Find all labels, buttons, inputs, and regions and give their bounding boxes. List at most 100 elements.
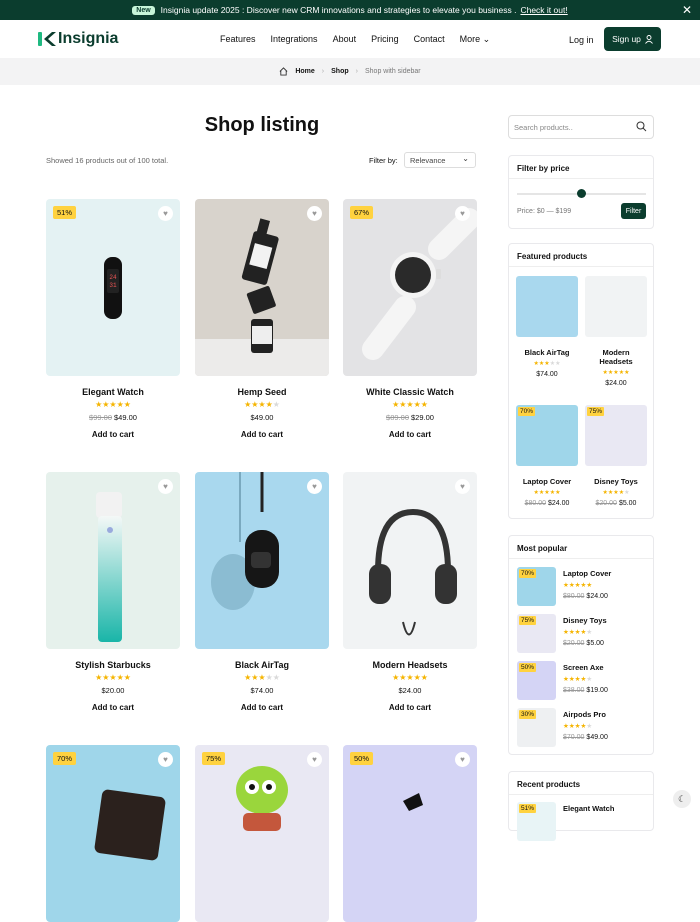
- add-to-cart-button[interactable]: Add to cart: [46, 703, 180, 712]
- star-icon: ★: [420, 400, 428, 409]
- nav-about[interactable]: About: [333, 34, 357, 45]
- old-price: $70.00: [563, 734, 585, 741]
- star-icon: ★: [109, 400, 117, 409]
- product-image[interactable]: ♥: [195, 199, 329, 376]
- filter-button[interactable]: Filter: [621, 203, 646, 219]
- heart-icon[interactable]: ♥: [307, 206, 322, 221]
- discount-badge: 30%: [519, 710, 537, 719]
- heart-icon[interactable]: ♥: [455, 752, 470, 767]
- star-icon: ★: [555, 361, 561, 367]
- featured-item-name[interactable]: Modern Headsets: [585, 348, 647, 366]
- star-icon: ★: [406, 673, 414, 682]
- popular-item[interactable]: 70% Laptop Cover ★★★★★ $80.00 $24.00: [517, 567, 647, 607]
- nav-contact[interactable]: Contact: [414, 34, 445, 45]
- product-photo: [211, 472, 279, 610]
- brand-logo[interactable]: Insignia: [38, 30, 118, 48]
- product-image[interactable]: 70% ♥: [46, 745, 180, 922]
- product-image[interactable]: [585, 276, 647, 337]
- discount-badge: 51%: [519, 804, 537, 813]
- product-photo: 2431: [104, 257, 122, 319]
- star-icon: ★: [123, 673, 131, 682]
- nav-integrations[interactable]: Integrations: [271, 34, 318, 45]
- signup-button[interactable]: Sign up: [604, 27, 661, 51]
- product-image[interactable]: 67% ♥: [343, 199, 477, 376]
- add-to-cart-button[interactable]: Add to cart: [46, 430, 180, 439]
- breadcrumb-separator-icon: ›: [321, 68, 325, 75]
- product-image[interactable]: [516, 276, 578, 337]
- product-image[interactable]: 75%: [585, 405, 647, 466]
- star-icon: ★: [258, 673, 266, 682]
- recent-item[interactable]: 51% Elegant Watch: [517, 802, 647, 842]
- heart-icon[interactable]: ♥: [455, 206, 470, 221]
- breadcrumb-current: Shop with sidebar: [364, 68, 421, 75]
- product-price-row: $89.00 $29.00: [343, 413, 477, 422]
- divider: [509, 266, 653, 267]
- add-to-cart-button[interactable]: Add to cart: [195, 703, 329, 712]
- featured-item-price: $5.00: [618, 500, 637, 507]
- product-image[interactable]: 75% ♥: [195, 745, 329, 922]
- heart-icon[interactable]: ♥: [158, 479, 173, 494]
- product-image[interactable]: ♥: [46, 472, 180, 649]
- heart-icon[interactable]: ♥: [307, 479, 322, 494]
- recent-products-panel: Recent products 51% Elegant Watch: [508, 771, 654, 841]
- product-name[interactable]: White Classic Watch: [343, 387, 477, 397]
- product-name[interactable]: Stylish Starbucks: [46, 660, 180, 670]
- popular-item-price-row: $38.00 $19.00: [563, 687, 608, 694]
- breadcrumb-shop[interactable]: Shop: [331, 68, 349, 75]
- discount-badge: 50%: [350, 752, 374, 765]
- product-image[interactable]: 24 31 51% ♥: [46, 199, 180, 376]
- close-icon[interactable]: ✕: [682, 3, 692, 17]
- breadcrumb-home[interactable]: Home: [295, 68, 314, 75]
- popular-item-name: Laptop Cover: [563, 569, 612, 578]
- product-image[interactable]: 70%: [516, 405, 578, 466]
- popular-item-rating: ★★★★★: [563, 722, 592, 730]
- featured-item-price-row: $24.00: [585, 380, 647, 387]
- login-link[interactable]: Log in: [569, 35, 594, 45]
- nav-pricing[interactable]: Pricing: [371, 34, 399, 45]
- star-icon: ★: [406, 400, 414, 409]
- product-photo: [236, 766, 288, 831]
- add-to-cart-button[interactable]: Add to cart: [343, 430, 477, 439]
- popular-item[interactable]: 75% Disney Toys ★★★★★ $20.00 $5.00: [517, 614, 647, 654]
- discount-badge: 50%: [519, 663, 537, 672]
- home-icon[interactable]: [279, 67, 288, 76]
- product-image[interactable]: ♥: [195, 472, 329, 649]
- heart-icon[interactable]: ♥: [158, 752, 173, 767]
- add-to-cart-button[interactable]: Add to cart: [195, 430, 329, 439]
- heart-icon[interactable]: ♥: [455, 479, 470, 494]
- nav-features[interactable]: Features: [220, 34, 256, 45]
- heart-icon[interactable]: ♥: [158, 206, 173, 221]
- featured-title: Featured products: [517, 252, 588, 261]
- heart-icon[interactable]: ♥: [307, 752, 322, 767]
- star-icon: ★: [586, 676, 593, 683]
- popular-item[interactable]: 50% Screen Axe ★★★★★ $38.00 $19.00: [517, 661, 647, 701]
- popular-item-price: $19.00: [586, 687, 608, 694]
- product-image: 75%: [517, 614, 556, 653]
- product-price: $24.00: [398, 686, 422, 695]
- nav-more[interactable]: More ⌄: [460, 34, 491, 45]
- popular-item-name: Screen Axe: [563, 663, 604, 672]
- price-filter-title: Filter by price: [517, 164, 570, 173]
- featured-item-name[interactable]: Black AirTag: [516, 348, 578, 357]
- product-name[interactable]: Elegant Watch: [46, 387, 180, 397]
- product-name[interactable]: Hemp Seed: [195, 387, 329, 397]
- product-image[interactable]: ♥: [343, 472, 477, 649]
- popular-item-rating: ★★★★★: [563, 675, 592, 683]
- product-name[interactable]: Black AirTag: [195, 660, 329, 670]
- add-to-cart-button[interactable]: Add to cart: [343, 703, 477, 712]
- star-icon: ★: [272, 400, 280, 409]
- popular-item[interactable]: 30% Airpods Pro ★★★★★ $70.00 $49.00: [517, 708, 647, 748]
- star-icon: ★: [413, 400, 421, 409]
- featured-item-name[interactable]: Disney Toys: [585, 477, 647, 486]
- featured-item-name[interactable]: Laptop Cover: [516, 477, 578, 486]
- search-input[interactable]: Search products..: [508, 115, 654, 139]
- product-photo: [94, 789, 166, 861]
- sort-select[interactable]: Relevance ⌄: [404, 152, 476, 168]
- product-image[interactable]: 50% ♥: [343, 745, 477, 922]
- theme-toggle-icon[interactable]: ☾: [673, 790, 691, 808]
- search-icon[interactable]: [636, 121, 647, 132]
- star-icon: ★: [420, 673, 428, 682]
- announcement-link[interactable]: Check it out!: [520, 5, 567, 15]
- price-slider-handle[interactable]: [577, 189, 586, 198]
- product-name[interactable]: Modern Headsets: [343, 660, 477, 670]
